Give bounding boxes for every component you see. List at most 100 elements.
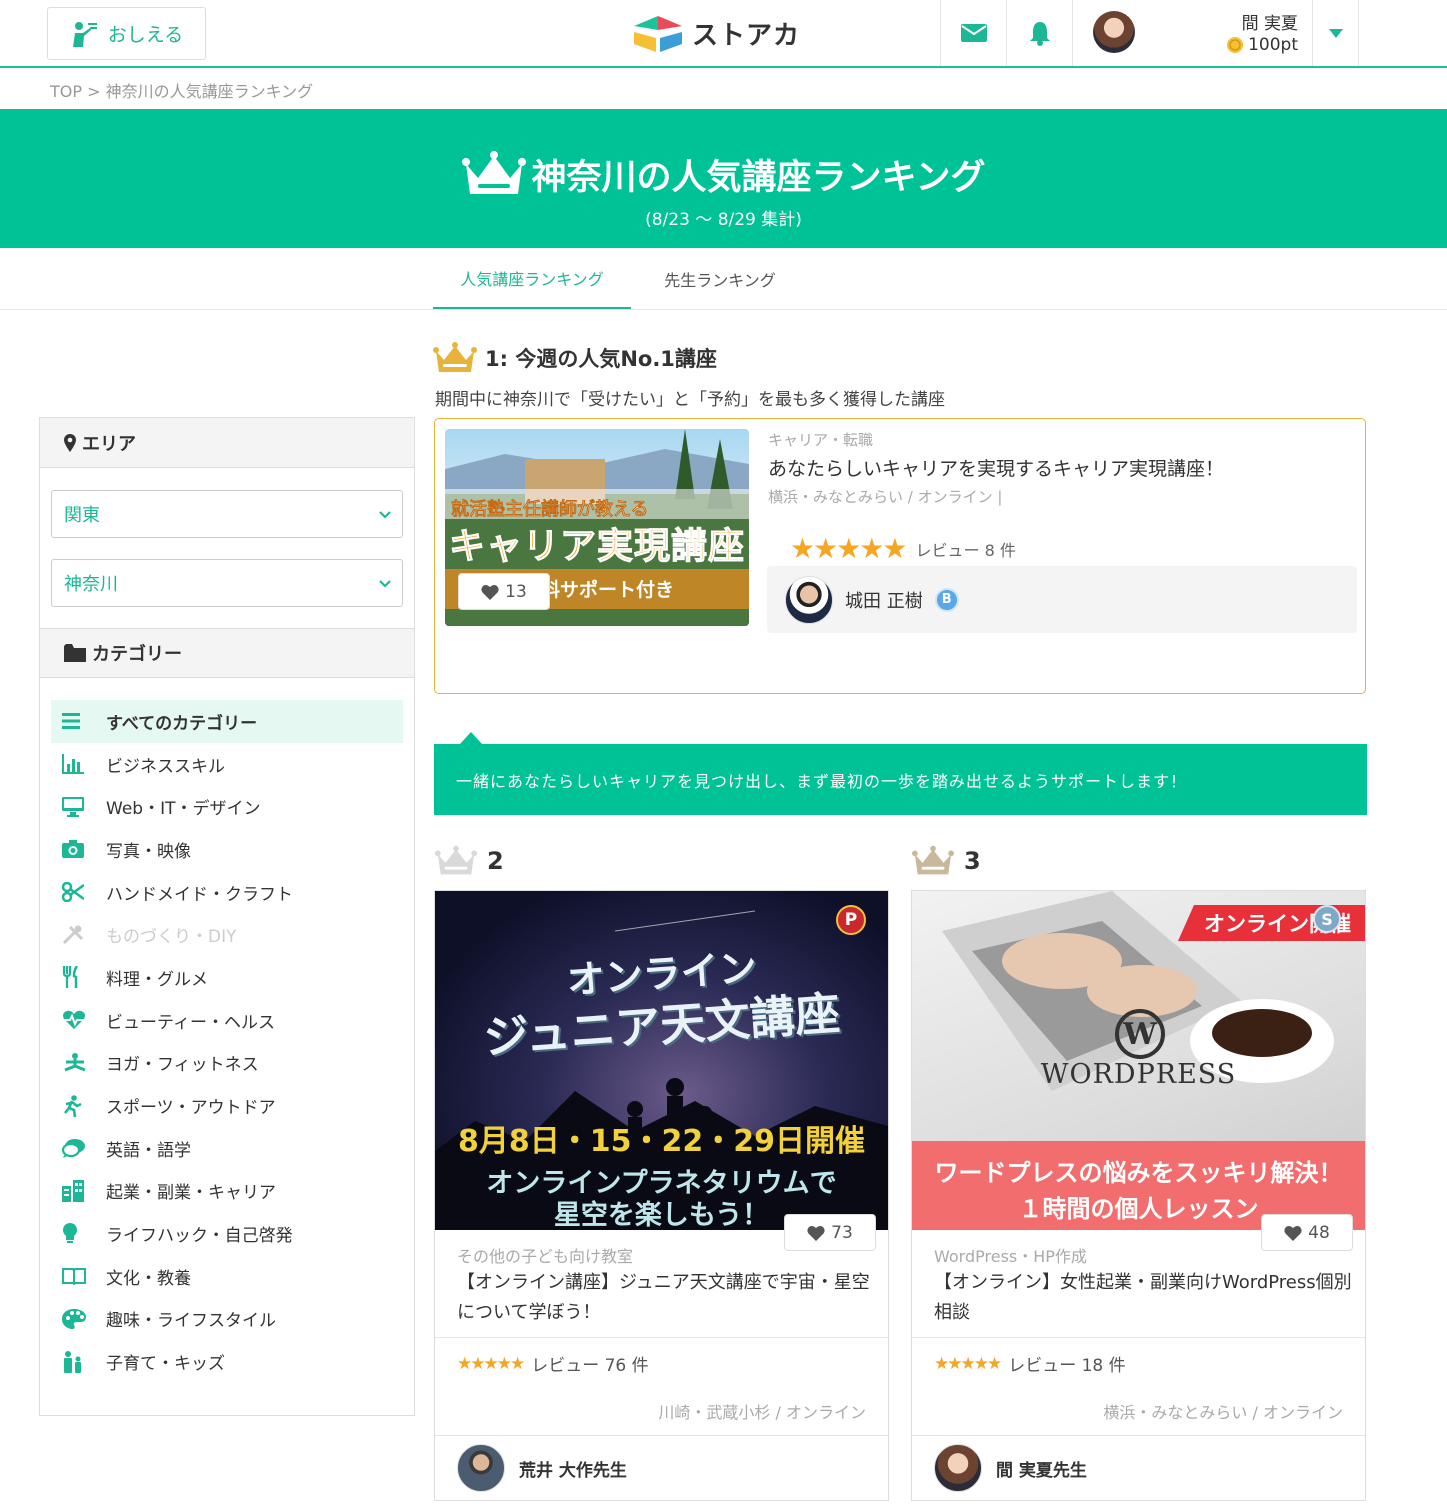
course-teacher[interactable]: 間 実夏先生 — [934, 1444, 1087, 1492]
messages-button[interactable] — [940, 0, 1006, 66]
like-count: 13 — [505, 581, 527, 602]
logo-text: ストアカ — [692, 20, 801, 51]
rank-1-description: 期間中に神奈川で「受けたい」と「予約」を最も多く獲得した講座 — [435, 390, 945, 410]
heartbeat-icon — [62, 1010, 106, 1030]
map-pin-icon — [64, 433, 76, 452]
review-count[interactable]: レビュー 8 件 — [916, 537, 1016, 561]
course-title[interactable]: あなたらしいキャリアを実現するキャリア実現講座！ — [768, 454, 1358, 484]
page-title-text: 神奈川の人気講座ランキング — [531, 158, 986, 198]
category-item-language[interactable]: 英語・語学 — [51, 1127, 403, 1170]
breadcrumb[interactable]: TOP > 神奈川の人気講座ランキング — [50, 78, 313, 102]
coin-icon — [1227, 37, 1244, 53]
like-button[interactable]: 48 — [1261, 1214, 1353, 1251]
area-heading: エリア — [40, 418, 414, 468]
user-menu-toggle[interactable] — [1312, 0, 1359, 66]
category-item-diy[interactable]: ものづくり・DIY — [51, 913, 403, 956]
rank-1-course-card[interactable]: 就活塾主任講師が教える キャリア実現講座 料サポート付き 13 キャリア・転職 … — [434, 418, 1366, 694]
category-item-culture[interactable]: 文化・教養 — [51, 1255, 403, 1298]
course-teacher[interactable]: 城田 正樹 B — [767, 566, 1357, 633]
camera-icon — [62, 840, 106, 859]
course-category[interactable]: その他の子ども向け教室 — [457, 1243, 633, 1267]
caret-down-icon — [1328, 28, 1343, 38]
palette-icon — [62, 1308, 106, 1329]
category-item-sports[interactable]: スポーツ・アウトドア — [51, 1084, 403, 1127]
course-location: 横浜・みなとみらい / オンライン | — [768, 488, 1003, 506]
category-item-lifehack[interactable]: ライフハック・自己啓発 — [51, 1212, 403, 1255]
rank-2-number: 2 — [487, 847, 504, 875]
category-item-hobby[interactable]: 趣味・ライフスタイル — [51, 1298, 403, 1341]
course-category[interactable]: キャリア・転職 — [768, 429, 1358, 450]
folder-icon — [64, 644, 86, 662]
teacher-name: 荒井 大作先生 — [519, 1460, 627, 1481]
category-heading: カテゴリー — [40, 628, 414, 678]
prefecture-select[interactable]: 神奈川 — [51, 559, 403, 607]
silver-crown-icon — [435, 845, 477, 875]
area-heading-text: エリア — [82, 433, 136, 455]
rank-1-image-caption-sub: 料サポート付き — [541, 579, 675, 601]
course-location: 川崎・武蔵小杉 / オンライン — [658, 1403, 866, 1422]
teacher-avatar — [785, 575, 833, 624]
rank-3-heading: 3 — [912, 845, 981, 877]
chevron-down-icon — [379, 511, 391, 519]
rank-2-course-image[interactable]: P オンライン ジュニア天文講座 8月8日・15・22・29日開催 オンラインプ… — [435, 891, 888, 1230]
like-button[interactable]: 73 — [784, 1214, 876, 1251]
divider — [435, 1435, 888, 1436]
course-rating: ★★★★★ レビュー 18 件 — [934, 1351, 1126, 1377]
rank-1-course-image[interactable]: 就活塾主任講師が教える キャリア実現講座 料サポート付き 13 — [445, 429, 749, 626]
ranking-hero: 神奈川の人気講座ランキング (8/23 〜 8/29 集計) — [0, 109, 1447, 248]
category-item-yoga[interactable]: ヨガ・フィットネス — [51, 1042, 403, 1085]
rank-3-course-image[interactable]: オンライン開催 S W WORDPRESS ワードプレスの悩みをスッキリ解決！ … — [912, 891, 1365, 1230]
like-button[interactable]: 13 — [458, 573, 550, 610]
tab-teacher-ranking[interactable]: 先生ランキング — [631, 248, 809, 309]
region-select[interactable]: 関東 — [51, 490, 403, 538]
cutlery-icon — [62, 966, 106, 989]
mail-icon — [960, 24, 987, 42]
logo-mark-icon — [634, 16, 682, 52]
catch-copy-pointer — [460, 732, 482, 744]
teacher-avatar — [457, 1444, 505, 1492]
category-item-kids[interactable]: 子育て・キッズ — [51, 1340, 403, 1383]
review-count[interactable]: レビュー 18 件 — [1008, 1351, 1125, 1376]
monitor-icon — [62, 796, 106, 817]
tab-popular-courses[interactable]: 人気講座ランキング — [433, 248, 631, 309]
category-item-all[interactable]: すべてのカテゴリー — [51, 700, 403, 743]
user-name: 間 実夏 — [1241, 14, 1298, 34]
catch-copy-banner: 一緒にあなたらしいキャリアを見つけ出し、まず最初の一歩を踏み出せるようサポートし… — [434, 744, 1367, 815]
like-count: 73 — [831, 1222, 853, 1243]
bell-icon — [1029, 22, 1050, 46]
course-title[interactable]: 【オンライン講座】ジュニア天文講座で宇宙・星空について学ぼう！ — [457, 1268, 877, 1328]
teach-button[interactable]: おしえる — [47, 7, 206, 60]
rating-stars: ★★★★★ — [934, 1353, 1002, 1374]
category-item-business[interactable]: ビジネススキル — [51, 743, 403, 786]
rank-3-course-card[interactable]: オンライン開催 S W WORDPRESS ワードプレスの悩みをスッキリ解決！ … — [911, 890, 1366, 1501]
bronze-crown-icon — [912, 845, 954, 875]
course-category[interactable]: WordPress・HP作成 — [934, 1243, 1087, 1267]
page-title: 神奈川の人気講座ランキング — [0, 149, 1447, 200]
category-item-handmade[interactable]: ハンドメイド・クラフト — [51, 871, 403, 914]
divider — [435, 1337, 888, 1338]
course-teacher[interactable]: 荒井 大作先生 — [457, 1444, 627, 1492]
category-item-photo[interactable]: 写真・映像 — [51, 828, 403, 871]
category-item-beauty[interactable]: ビューティー・ヘルス — [51, 999, 403, 1042]
family-icon — [62, 1350, 106, 1373]
page-subtitle: (8/23 〜 8/29 集計) — [645, 210, 802, 230]
user-points: 100pt — [1226, 35, 1298, 55]
category-item-cooking[interactable]: 料理・グルメ — [51, 956, 403, 999]
wordpress-logo-text: WORDPRESS — [1040, 1059, 1237, 1090]
user-avatar — [1093, 11, 1135, 53]
course-title[interactable]: 【オンライン】女性起業・副業向けWordPress個別相談 — [934, 1268, 1354, 1328]
user-menu[interactable]: 間 実夏 100pt — [1072, 0, 1312, 66]
teach-label: おしえる — [107, 24, 184, 46]
category-item-career[interactable]: 起業・副業・キャリア — [51, 1170, 403, 1213]
category-item-web-it[interactable]: Web・IT・デザイン — [51, 785, 403, 828]
heart-icon — [481, 584, 499, 600]
divider — [912, 1435, 1365, 1436]
crown-icon — [461, 150, 526, 194]
book-icon — [62, 1267, 106, 1286]
rank-1-heading: 1: 今週の人気No.1講座 — [433, 342, 717, 374]
notifications-button[interactable] — [1006, 0, 1072, 66]
course-location: 横浜・みなとみらい / オンライン — [1103, 1403, 1343, 1422]
review-count[interactable]: レビュー 76 件 — [531, 1351, 648, 1376]
site-logo[interactable]: ストアカ — [632, 14, 800, 52]
rank-2-course-card[interactable]: P オンライン ジュニア天文講座 8月8日・15・22・29日開催 オンラインプ… — [434, 890, 889, 1501]
